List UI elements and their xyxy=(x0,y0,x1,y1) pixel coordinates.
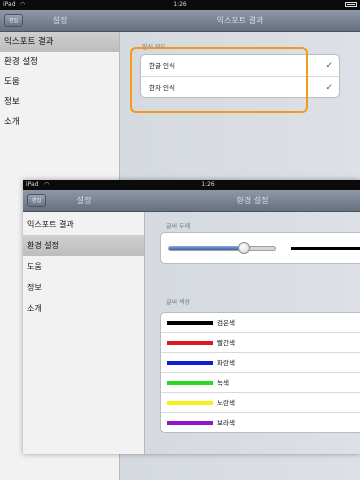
color-name: 빨간색 xyxy=(217,339,235,347)
color-name: 노란색 xyxy=(217,399,235,407)
sidebar-title: 설정 xyxy=(76,196,92,205)
color-name: 녹색 xyxy=(217,379,229,387)
sidebar: 익스포트 결과 환경 설정 도움 정보 소개 xyxy=(23,212,145,454)
color-label: 글씨 색상 xyxy=(166,299,190,306)
thickness-label: 글씨 두께 xyxy=(166,223,190,230)
slider-thumb[interactable] xyxy=(237,242,250,254)
status-bar: iPad ◠ 1:26 xyxy=(0,0,360,10)
color-swatch xyxy=(167,361,213,365)
color-option-blue[interactable]: 파란색 xyxy=(161,353,360,373)
checkmark-icon: ✓ xyxy=(325,61,333,71)
sidebar-item-export-results[interactable]: 익스포트 결과 xyxy=(23,214,144,235)
status-time: 1:26 xyxy=(201,181,215,188)
wifi-icon: ◠ xyxy=(20,1,26,8)
color-swatch xyxy=(167,421,213,425)
color-name: 검은색 xyxy=(217,319,235,327)
edit-button[interactable]: 편집 xyxy=(27,194,47,207)
device-name: iPad xyxy=(26,181,39,188)
sidebar-item-about[interactable]: 소개 xyxy=(23,298,144,319)
slider-fill xyxy=(169,247,244,250)
color-name: 보라색 xyxy=(217,419,235,427)
sidebar-item-help[interactable]: 도움 xyxy=(0,72,119,92)
detail-pane: 글씨 두께 글씨 색상 검은색 빨간색 파란색 녹색 노란색 보라색 xyxy=(145,212,360,454)
sidebar-item-preferences[interactable]: 환경 설정 xyxy=(0,52,119,72)
status-time: 1:26 xyxy=(173,1,187,8)
device-name: iPad xyxy=(3,1,16,8)
sidebar-nav-bar: 편집 설정 xyxy=(0,10,120,32)
sidebar-item-info[interactable]: 정보 xyxy=(23,277,144,298)
status-bar: iPad ◠ 1:26 xyxy=(23,180,360,190)
sidebar-item-help[interactable]: 도움 xyxy=(23,256,144,277)
detail-title: 환경 설정 xyxy=(236,196,269,205)
battery-icon xyxy=(345,2,357,7)
color-option-green[interactable]: 녹색 xyxy=(161,373,360,393)
sidebar-nav-bar: 편집 설정 xyxy=(23,190,145,212)
detail-nav-bar: 환경 설정 xyxy=(145,190,360,212)
color-name: 파란색 xyxy=(217,359,235,367)
sidebar-item-about[interactable]: 소개 xyxy=(0,112,119,132)
foreground-screen: iPad ◠ 1:26 편집 설정 환경 설정 익스포트 결과 환경 설정 도움… xyxy=(23,180,360,454)
color-swatch xyxy=(167,381,213,385)
sidebar-item-info[interactable]: 정보 xyxy=(0,92,119,112)
color-option-yellow[interactable]: 노란색 xyxy=(161,393,360,413)
color-option-black[interactable]: 검은색 xyxy=(161,313,360,333)
checkmark-icon: ✓ xyxy=(325,83,333,93)
highlight-box xyxy=(130,47,308,113)
sidebar-item-preferences[interactable]: 환경 설정 xyxy=(23,235,144,256)
detail-nav-bar: 익스포트 결과 xyxy=(120,10,360,32)
color-swatch xyxy=(167,401,213,405)
color-group: 검은색 빨간색 파란색 녹색 노란색 보라색 xyxy=(160,312,360,433)
sidebar-item-export-results[interactable]: 익스포트 결과 xyxy=(0,32,119,52)
thickness-group xyxy=(160,232,360,264)
detail-title: 익스포트 결과 xyxy=(216,16,264,25)
color-swatch xyxy=(167,321,213,325)
color-swatch xyxy=(167,341,213,345)
thickness-slider[interactable] xyxy=(168,246,276,251)
thickness-preview-line xyxy=(291,247,360,250)
color-option-purple[interactable]: 보라색 xyxy=(161,413,360,432)
edit-button[interactable]: 편집 xyxy=(4,14,24,27)
sidebar-title: 설정 xyxy=(52,16,68,25)
color-option-red[interactable]: 빨간색 xyxy=(161,333,360,353)
wifi-icon: ◠ xyxy=(44,181,50,188)
